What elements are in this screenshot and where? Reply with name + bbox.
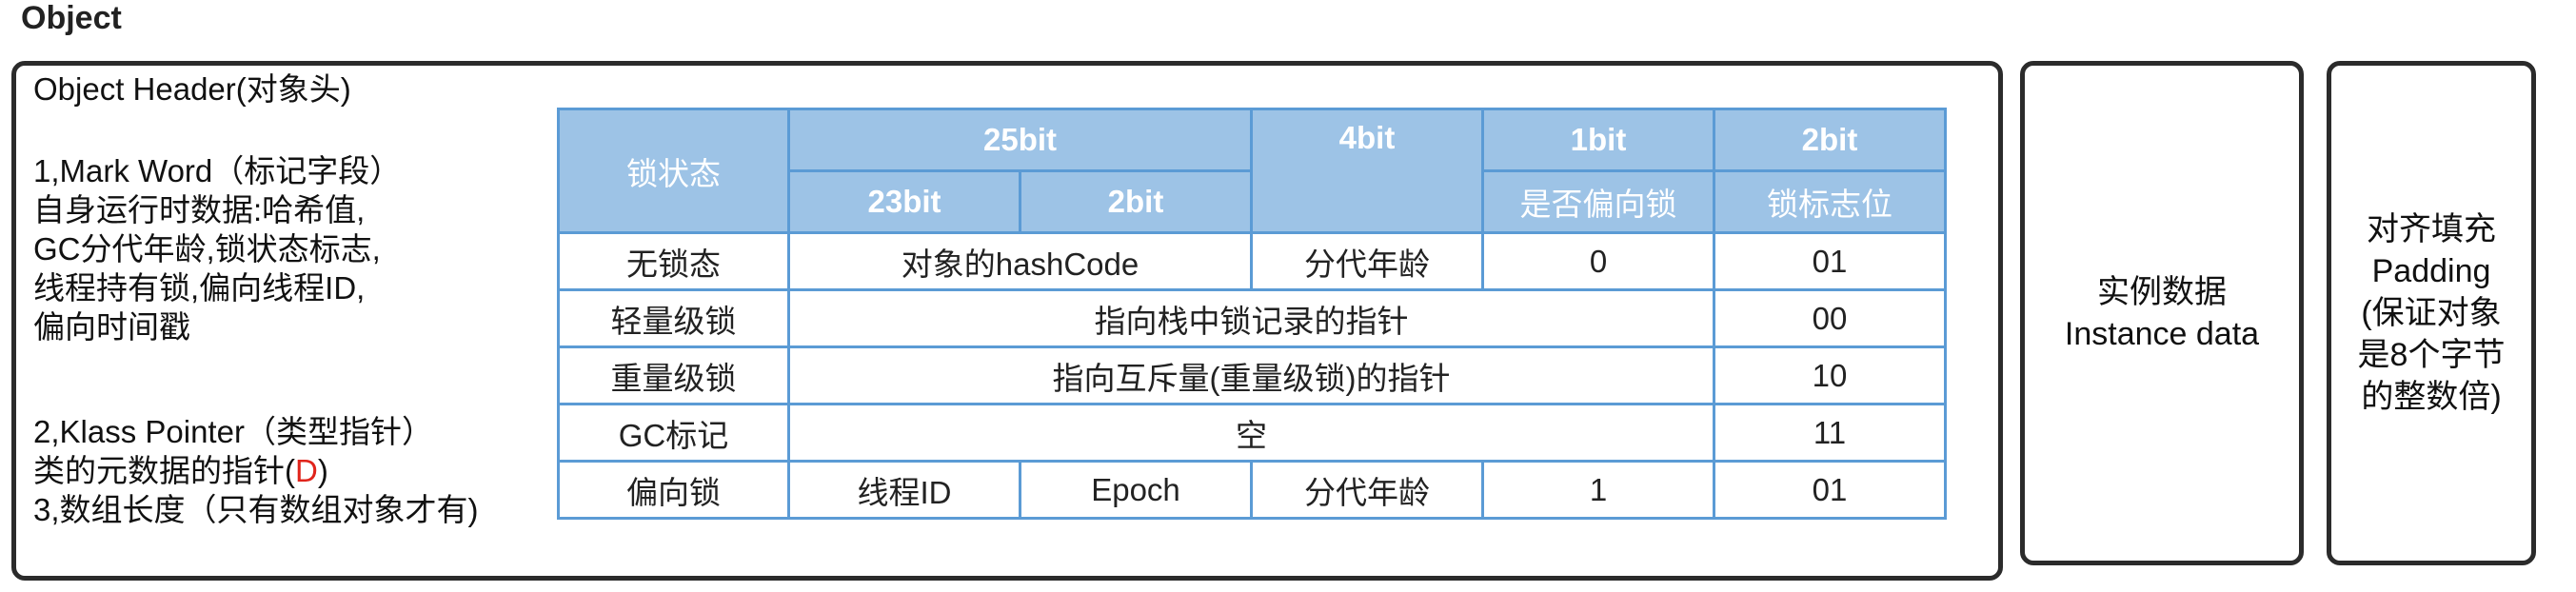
cell-pointer: 指向栈中锁记录的指针 <box>787 288 1715 348</box>
table-row: 偏向锁 线程ID Epoch 分代年龄 1 01 <box>557 460 1947 520</box>
header-2bit-sub: 2bit <box>1019 169 1253 234</box>
cell-flag: 10 <box>1713 345 1947 405</box>
klass-pointer-title: 2,Klass Pointer（类型指针） <box>33 414 433 449</box>
object-header-box: Object Header(对象头) 1,Mark Word（标记字段） 自身运… <box>11 61 2003 581</box>
instance-data-box: 实例数据 Instance data <box>2020 61 2304 565</box>
cell-age: 分代年龄 <box>1250 460 1484 520</box>
header-2bit: 2bit <box>1713 108 1947 172</box>
cell-lock-state: 偏向锁 <box>557 460 790 520</box>
instance-data-line: Instance data <box>2064 316 2260 352</box>
header-23bit: 23bit <box>787 169 1021 234</box>
klass-desc-highlight: D <box>295 453 318 488</box>
padding-line: 对齐填充 <box>2367 211 2496 247</box>
instance-data-label: 实例数据 Instance data <box>2025 271 2299 355</box>
cell-pointer: 指向互斥量(重量级锁)的指针 <box>787 345 1715 405</box>
table-row: 无锁态 对象的hashCode 分代年龄 0 01 <box>557 231 1947 291</box>
mark-word-table: 锁状态 25bit 4bit 1bit 2bit 23bit 2bit 是否偏向… <box>557 108 1947 520</box>
padding-line: (保证对象 <box>2361 295 2502 331</box>
mark-word-line: 偏向时间戳 <box>33 309 190 345</box>
cell-thread-id: 线程ID <box>787 460 1021 520</box>
header-25bit: 25bit <box>787 108 1253 172</box>
header-4bit: 4bit <box>1250 108 1484 234</box>
cell-lock-state: 无锁态 <box>557 231 790 291</box>
header-lock-state: 锁状态 <box>557 108 790 234</box>
mark-word-line: 线程持有锁,偏向线程ID, <box>33 270 366 306</box>
cell-empty: 空 <box>787 403 1715 463</box>
mark-word-line: GC分代年龄,锁状态标志, <box>33 231 381 266</box>
klass-desc-prefix: 类的元数据的指针( <box>33 453 295 488</box>
padding-box: 对齐填充 Padding (保证对象 是8个字节 的整数倍) <box>2327 61 2536 565</box>
cell-age: 分代年龄 <box>1250 231 1484 291</box>
mark-word-line: 1,Mark Word（标记字段） <box>33 153 402 188</box>
mark-word-description: 1,Mark Word（标记字段） 自身运行时数据:哈希值, GC分代年龄,锁状… <box>33 151 401 346</box>
klass-pointer-description: 2,Klass Pointer（类型指针） 类的元数据的指针(D) 3,数组长度… <box>33 412 479 529</box>
cell-lock-state: 重量级锁 <box>557 345 790 405</box>
klass-desc-suffix: ) <box>317 453 328 488</box>
padding-label: 对齐填充 Padding (保证对象 是8个字节 的整数倍) <box>2331 208 2531 418</box>
table-row: 轻量级锁 指向栈中锁记录的指针 00 <box>557 288 1947 348</box>
cell-epoch: Epoch <box>1019 460 1253 520</box>
mark-word-line: 自身运行时数据:哈希值, <box>33 192 366 227</box>
table-row: 重量级锁 指向互斥量(重量级锁)的指针 10 <box>557 345 1947 405</box>
cell-hashcode: 对象的hashCode <box>787 231 1253 291</box>
page-title: Object <box>21 0 122 36</box>
cell-biased: 1 <box>1481 460 1715 520</box>
cell-flag: 01 <box>1713 231 1947 291</box>
table-row: GC标记 空 11 <box>557 403 1947 463</box>
header-lock-flag: 锁标志位 <box>1713 169 1947 234</box>
cell-lock-state: 轻量级锁 <box>557 288 790 348</box>
array-length-description: 3,数组长度（只有数组对象才有) <box>33 492 479 527</box>
cell-lock-state: GC标记 <box>557 403 790 463</box>
klass-pointer-desc: 类的元数据的指针(D) <box>33 451 479 490</box>
instance-data-line: 实例数据 <box>2097 274 2227 310</box>
header-1bit: 1bit <box>1481 108 1715 172</box>
cell-flag: 11 <box>1713 403 1947 463</box>
padding-line: 的整数倍) <box>2361 379 2502 415</box>
padding-line: Padding <box>2371 253 2491 289</box>
padding-line: 是8个字节 <box>2357 337 2506 373</box>
cell-biased: 0 <box>1481 231 1715 291</box>
cell-flag: 00 <box>1713 288 1947 348</box>
header-biased-flag: 是否偏向锁 <box>1481 169 1715 234</box>
object-header-title: Object Header(对象头) <box>33 71 351 107</box>
cell-flag: 01 <box>1713 460 1947 520</box>
